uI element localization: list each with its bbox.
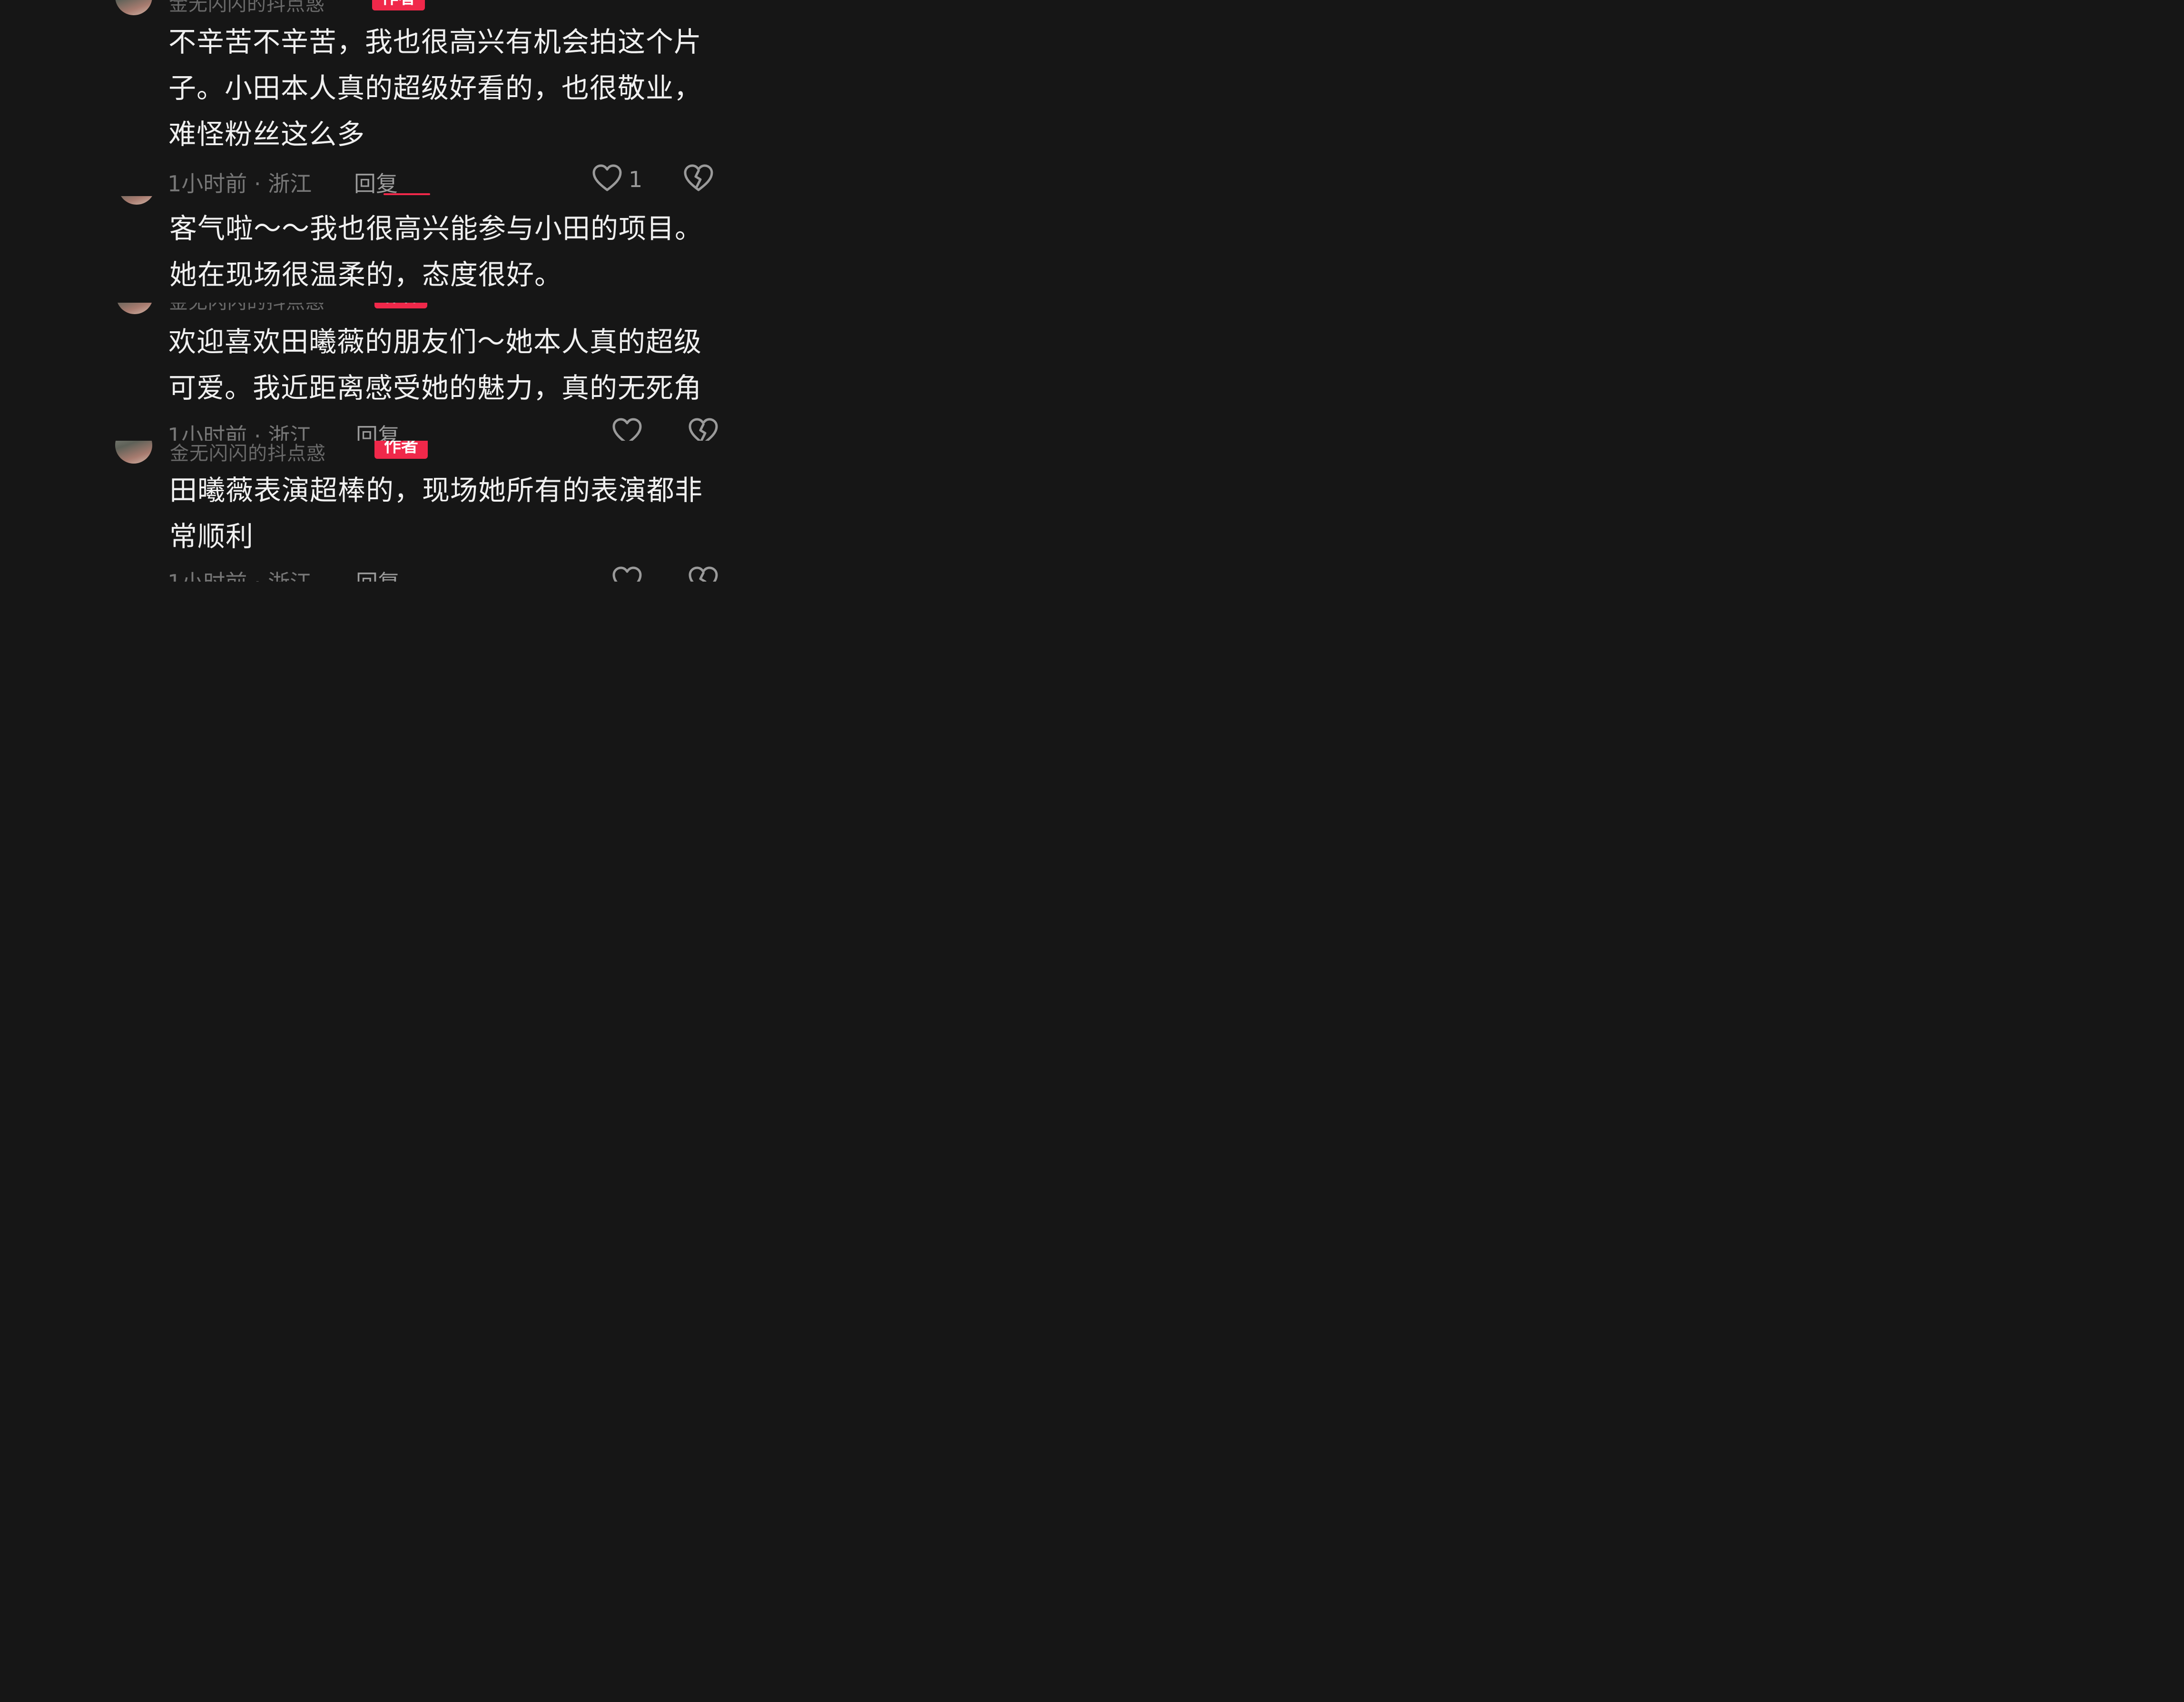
author-badge: 作者 [374,441,428,459]
comment-username[interactable]: 金无闪闪的抖点惑 [169,0,325,16]
comment-time-location: 1小时前 · 浙江 [167,171,312,196]
comment-text: 田曦薇表演超棒的，现场她所有的表演都非常顺利 [169,474,703,553]
reply-button[interactable]: 回复 [356,419,400,441]
comment-text: 不辛苦不辛苦，我也很高兴有机会拍这个片子。小田本人真的超级好看的，也很敬业，难怪… [168,26,702,150]
avatar[interactable] [118,196,155,205]
reply-underline [384,193,430,195]
avatar[interactable] [116,303,153,314]
avatar[interactable] [115,0,152,15]
comment-time-location: 1小时前 · 浙江 [167,423,312,441]
author-badge: 作者 [374,303,427,308]
dislike-icon[interactable] [688,418,718,441]
comment-username[interactable]: 金无闪闪的抖点惑 [169,303,325,314]
dislike-icon[interactable] [688,566,718,582]
heart-icon[interactable] [612,418,642,441]
author-badge: 作者 [372,0,425,10]
comment-item: 金无闪闪的抖点惑 作者 欢迎喜欢田曦薇的朋友们～她本人真的超级可爱。我近距离感受… [0,303,746,441]
comment-item: 金无闪闪的抖点惑 作者 田曦薇表演超棒的，现场她所有的表演都非常顺利 1小时前 … [0,441,746,582]
avatar[interactable] [115,441,152,464]
heart-icon[interactable] [612,566,642,582]
reply-button[interactable]: 回复 [354,167,398,196]
dislike-icon[interactable] [683,164,714,193]
heart-icon[interactable] [592,164,622,193]
comment-item: 客气啦～～我也很高兴能参与小田的项目。她在现场很温柔的，态度很好。 [0,196,746,303]
comment-time-location: 1小时前 · 浙江 [167,565,312,582]
comment-text: 欢迎喜欢田曦薇的朋友们～她本人真的超级可爱。我近距离感受她的魅力，真的无死角 [168,326,702,404]
reply-button[interactable]: 回复 [356,565,400,582]
comment-item: 金无闪闪的抖点惑 作者 不辛苦不辛苦，我也很高兴有机会拍这个片子。小田本人真的超… [0,0,746,196]
comment-text: 客气啦～～我也很高兴能参与小田的项目。她在现场很温柔的，态度很好。 [169,212,703,291]
like-count: 1 [629,167,643,192]
comment-username[interactable]: 金无闪闪的抖点惑 [170,441,326,465]
